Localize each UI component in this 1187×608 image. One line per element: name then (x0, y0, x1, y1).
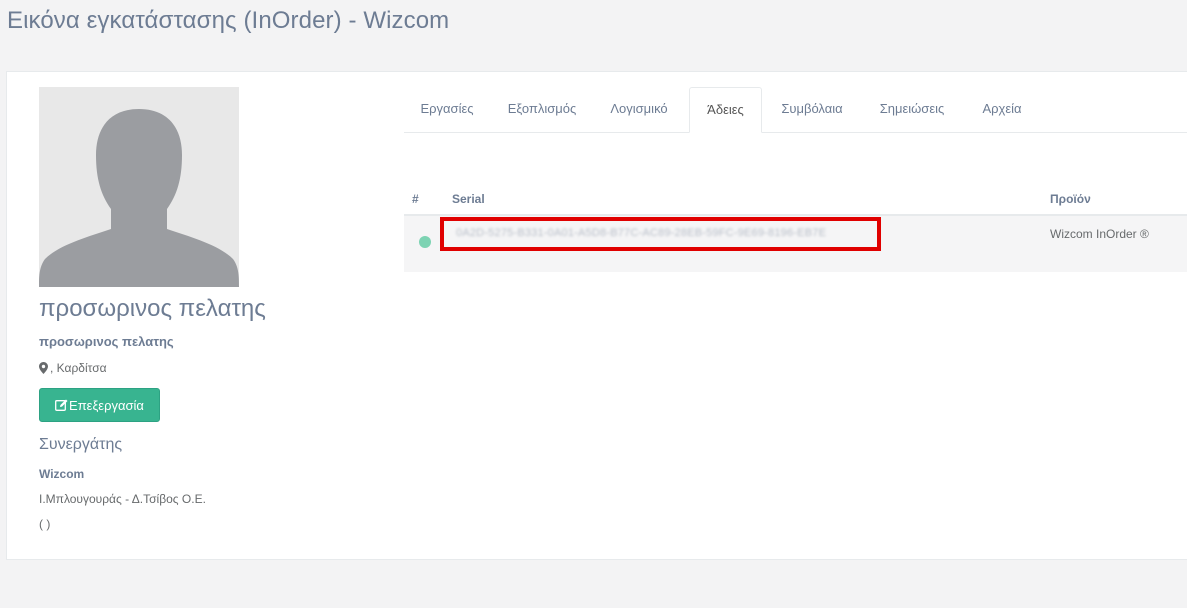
client-name: προσωρινος πελατης (39, 295, 266, 322)
partner-phone: ( ) (39, 517, 51, 531)
edit-button-label: Επεξεργασία (69, 397, 144, 413)
column-header-serial[interactable]: Serial (452, 192, 485, 206)
page-title: Εικόνα εγκατάστασης (InOrder) - Wizcom (7, 7, 450, 34)
client-subtitle: προσωρινος πελατης (39, 334, 174, 349)
tab-equipment[interactable]: Εξοπλισμός (492, 87, 592, 133)
status-indicator (419, 236, 431, 248)
tab-software[interactable]: Λογισμικό (596, 87, 682, 133)
column-header-index[interactable]: # (412, 192, 419, 206)
licenses-table: # Serial Προϊόν 0A2D-5275-B331-0A01-A5D8… (404, 181, 1187, 272)
edit-button[interactable]: Επεξεργασία (39, 388, 160, 422)
tab-files[interactable]: Αρχεία (968, 87, 1036, 133)
client-location: , Καρδίτσα (39, 361, 107, 375)
serial-value: 0A2D-5275-B331-0A01-A5D8-B77C-AC89-28EB-… (456, 227, 827, 239)
tab-licenses[interactable]: Άδειες (689, 87, 762, 133)
avatar (39, 87, 239, 287)
serial-highlight: 0A2D-5275-B331-0A01-A5D8-B77C-AC89-28EB-… (440, 217, 881, 251)
edit-icon (55, 399, 68, 411)
product-value: Wizcom InOrder ® (1050, 227, 1149, 241)
column-header-product[interactable]: Προϊόν (1050, 192, 1091, 206)
partner-name: Wizcom (39, 467, 85, 481)
tab-notes[interactable]: Σημειώσεις (864, 87, 960, 133)
tab-bar: Εργασίες Εξοπλισμός Λογισμικό Άδειες Συμ… (404, 87, 1187, 133)
tab-contracts[interactable]: Συμβόλαια (766, 87, 858, 133)
client-location-text: , Καρδίτσα (50, 361, 107, 375)
map-marker-icon (39, 362, 48, 374)
user-silhouette-icon (39, 87, 239, 287)
partner-company: Ι.Μπλουγουράς - Δ.Τσίβος Ο.Ε. (39, 492, 206, 506)
table-row[interactable]: 0A2D-5275-B331-0A01-A5D8-B77C-AC89-28EB-… (404, 216, 1187, 272)
partner-heading: Συνεργάτης (39, 436, 123, 453)
tab-tasks[interactable]: Εργασίες (404, 87, 490, 133)
table-header: # Serial Προϊόν (404, 181, 1187, 216)
